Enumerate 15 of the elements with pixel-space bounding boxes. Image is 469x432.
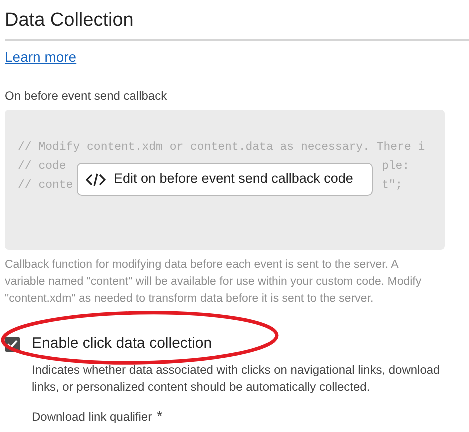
code-line: // conte — [18, 178, 74, 193]
code-line: // code — [18, 159, 66, 174]
code-line: ple: — [382, 159, 410, 174]
panel-title: Data Collection — [4, 9, 135, 33]
code-line: // Modify content.xdm or content.data as necessary. There i — [18, 140, 426, 155]
learn-more-link[interactable]: Learn more — [5, 49, 77, 65]
edit-code-button[interactable]: Edit on before event send callback code — [77, 163, 373, 196]
code-line: t"; — [382, 178, 403, 193]
help-text: Callback function for modifying data before each event is sent to the server. A variable named "content" will be available for use within your custom code. Modify "content.xdm" as needed to transform data before it is sent to the server. — [4, 258, 423, 307]
code-icon — [86, 172, 106, 186]
required-mark: * — [157, 407, 163, 426]
help-text: Indicates whether data associated with clicks on navigational links, download links, or personalized content should be automatically collected. — [31, 362, 442, 396]
field-label: Download link qualifier — [32, 408, 152, 424]
field-label: On before event send callback — [4, 88, 168, 104]
checkbox-label[interactable]: Enable click data collection — [32, 334, 212, 354]
